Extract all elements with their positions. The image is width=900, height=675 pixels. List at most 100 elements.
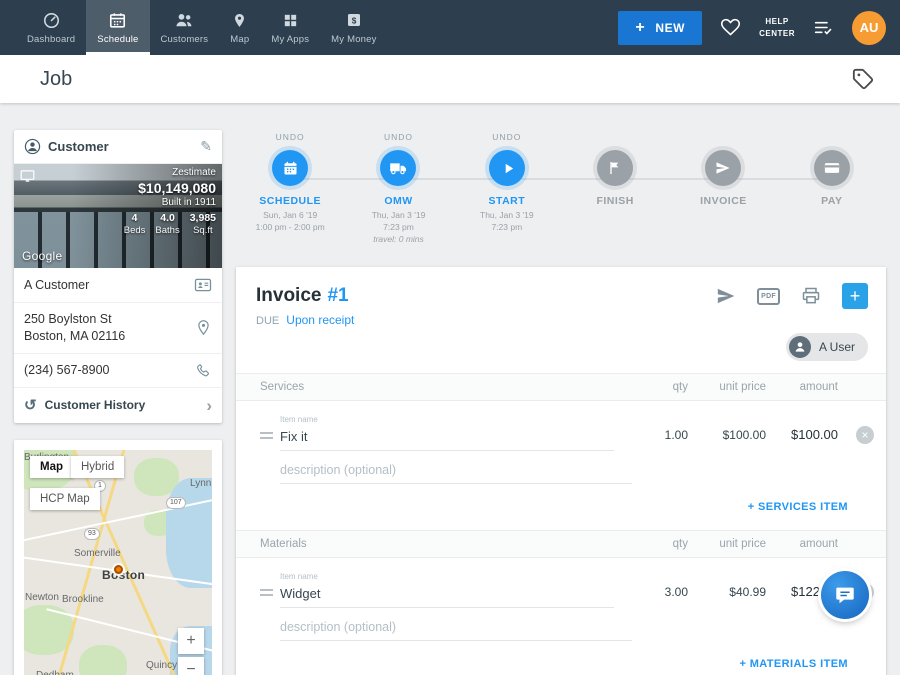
- service-amount: $100.00: [766, 427, 838, 451]
- zoom-in-button[interactable]: +: [178, 628, 204, 654]
- service-qty[interactable]: 1.00: [628, 428, 688, 451]
- material-description-input[interactable]: [280, 618, 632, 641]
- materials-section-header: Materials qty unit price amount: [236, 530, 886, 558]
- chat-support-button[interactable]: [821, 571, 869, 619]
- step-detail: Sun, Jan 6 '19 1:00 pm - 2:00 pm: [256, 210, 325, 234]
- step-time: 7:23 pm: [480, 222, 534, 234]
- map-type-map-button[interactable]: Map: [30, 456, 73, 478]
- unit-price-column-header: unit price: [688, 538, 766, 550]
- map-pin-icon: [231, 10, 248, 30]
- qty-column-header: qty: [628, 381, 688, 393]
- step-travel: travel: 0 mins: [372, 234, 426, 246]
- pay-step-button[interactable]: [814, 150, 850, 186]
- invoice-step-button[interactable]: [705, 150, 741, 186]
- step-omw: UNDO OMW Thu, Jan 3 '19 7:23 pm travel: …: [344, 132, 452, 246]
- assigned-user-pill[interactable]: A User: [786, 333, 868, 361]
- job-progress-stepper: UNDO SCHEDULE Sun, Jan 6 '19 1:00 pm - 2…: [236, 132, 886, 260]
- zestimate-value: $10,149,080: [124, 180, 216, 198]
- nav-items: Dashboard Schedule Customers Map: [0, 0, 388, 55]
- map-label-brookline: Brookline: [62, 594, 104, 605]
- service-name-input[interactable]: [280, 427, 614, 451]
- item-name-field: Item name: [280, 572, 628, 608]
- paper-plane-icon: [715, 160, 731, 176]
- service-description-input[interactable]: [280, 461, 632, 484]
- zoom-out-button[interactable]: −: [178, 657, 204, 675]
- add-materials-item-link[interactable]: + MATERIALS ITEM: [739, 658, 848, 670]
- nav-item-my-money[interactable]: $ My Money: [320, 0, 387, 55]
- material-unit-price[interactable]: $40.99: [688, 585, 766, 608]
- nav-label: Customers: [161, 34, 209, 45]
- location-pin-icon[interactable]: [195, 319, 212, 336]
- apps-grid-icon: [282, 10, 299, 30]
- drag-handle[interactable]: [260, 429, 280, 451]
- user-avatar[interactable]: AU: [852, 11, 886, 45]
- material-qty[interactable]: 3.00: [628, 585, 688, 608]
- step-label: PAY: [821, 195, 842, 207]
- customer-history-button[interactable]: ↺ Customer History ›: [14, 388, 222, 423]
- remove-item-icon[interactable]: ×: [856, 426, 874, 444]
- step-label: OMW: [384, 195, 412, 207]
- service-description-row: [236, 451, 886, 484]
- page-title: Job: [40, 68, 72, 91]
- finish-step-button[interactable]: [597, 150, 633, 186]
- highway-shield: 107: [166, 497, 186, 509]
- customer-circle-icon: [24, 138, 41, 155]
- map-type-hybrid-button[interactable]: Hybrid: [71, 456, 124, 478]
- send-invoice-icon[interactable]: [716, 286, 736, 306]
- zestimate-block: Zestimate $10,149,080 Built in 1911 4Bed…: [124, 167, 216, 237]
- user-avatar-icon: [789, 336, 811, 358]
- nav-item-my-apps[interactable]: My Apps: [260, 0, 320, 55]
- pdf-icon[interactable]: PDF: [757, 288, 780, 305]
- help-center-button[interactable]: HELP CENTER: [759, 16, 795, 38]
- add-invoice-button[interactable]: +: [842, 283, 868, 309]
- due-terms-link[interactable]: Upon receipt: [286, 313, 354, 327]
- nav-item-map[interactable]: Map: [219, 0, 260, 55]
- drag-handle[interactable]: [260, 586, 280, 608]
- undo-start-button[interactable]: UNDO: [492, 132, 521, 145]
- job-tags-icon[interactable]: [852, 68, 874, 90]
- assigned-user-row: A User: [236, 327, 886, 373]
- print-icon[interactable]: [801, 286, 821, 306]
- step-date: Thu, Jan 3 '19: [372, 210, 426, 222]
- new-button[interactable]: + NEW: [618, 11, 702, 45]
- contact-card-icon[interactable]: [194, 276, 212, 294]
- material-description-row: [236, 608, 886, 641]
- invoice-number: #1: [327, 285, 348, 307]
- help-line2: CENTER: [759, 28, 795, 39]
- job-location-marker[interactable]: [114, 565, 123, 574]
- calendar-icon: [282, 160, 299, 177]
- assigned-user-name: A User: [819, 340, 855, 354]
- step-time: 1:00 pm - 2:00 pm: [256, 222, 325, 234]
- material-line-item: Item name 3.00 $40.99 $122.97 ×: [236, 558, 886, 608]
- hcp-map-button[interactable]: HCP Map: [30, 488, 100, 510]
- health-heart-icon[interactable]: [720, 17, 741, 38]
- section-title: Services: [260, 381, 628, 393]
- map-label-lynn: Lynn: [190, 478, 211, 489]
- map-canvas[interactable]: 93 107 1 Burlington Lynn Somerville Bost…: [24, 450, 212, 675]
- service-unit-price[interactable]: $100.00: [688, 428, 766, 451]
- step-detail: Thu, Jan 3 '19 7:23 pm travel: 0 mins: [372, 210, 426, 246]
- nav-item-schedule[interactable]: Schedule: [86, 0, 149, 55]
- calendar-icon: [108, 10, 127, 30]
- undo-schedule-button[interactable]: UNDO: [276, 132, 305, 145]
- start-step-button[interactable]: [489, 150, 525, 186]
- step-label: FINISH: [596, 195, 633, 207]
- nav-item-customers[interactable]: Customers: [150, 0, 220, 55]
- amount-column-header: amount: [766, 538, 838, 550]
- phone-icon[interactable]: [195, 362, 212, 379]
- material-name-input[interactable]: [280, 584, 614, 608]
- step-date: Sun, Jan 6 '19: [256, 210, 325, 222]
- undo-omw-button[interactable]: UNDO: [384, 132, 413, 145]
- omw-step-button[interactable]: [380, 150, 416, 186]
- nav-label: Dashboard: [27, 34, 75, 45]
- edit-pencil-icon[interactable]: ✎: [200, 138, 212, 155]
- item-name-label: Item name: [280, 415, 614, 424]
- schedule-step-button[interactable]: [272, 150, 308, 186]
- unit-price-column-header: unit price: [688, 381, 766, 393]
- due-row: DUE Upon receipt: [236, 311, 886, 327]
- services-section-header: Services qty unit price amount: [236, 373, 886, 401]
- add-services-item-link[interactable]: + SERVICES ITEM: [748, 501, 848, 513]
- service-line-item: Item name 1.00 $100.00 $100.00 ×: [236, 401, 886, 451]
- activity-feed-icon[interactable]: [813, 17, 834, 38]
- nav-item-dashboard[interactable]: Dashboard: [16, 0, 86, 55]
